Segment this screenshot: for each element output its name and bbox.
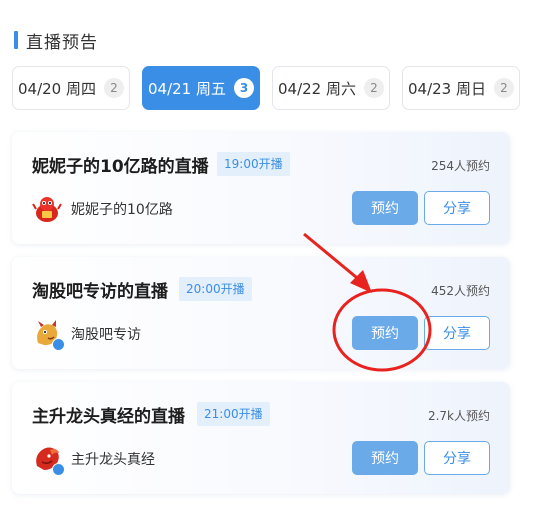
date-tab-active[interactable]: 04/21 周五 3	[142, 66, 260, 110]
share-button[interactable]: 分享	[424, 191, 490, 225]
date-tab-label: 04/21 周五	[148, 79, 226, 98]
section-header: 直播预告	[14, 28, 98, 53]
date-tab[interactable]: 04/20 周四 2	[12, 66, 130, 110]
live-card-title: 妮妮子的10亿路的直播	[32, 157, 209, 177]
date-tab-count-badge: 3	[234, 78, 254, 98]
verified-badge-icon	[52, 463, 65, 476]
date-tab-label: 04/22 周六	[278, 79, 356, 98]
dragon-avatar-icon	[32, 319, 65, 351]
reservation-count: 452人预约	[431, 284, 490, 298]
date-tab[interactable]: 04/23 周日 2	[402, 66, 520, 110]
date-tab-label: 04/20 周四	[18, 79, 96, 98]
verified-badge-icon	[52, 338, 65, 351]
section-accent-bar	[14, 31, 18, 49]
live-card-title: 主升龙头真经的直播	[32, 407, 185, 427]
host-name: 淘股吧专访	[71, 327, 141, 343]
section-title: 直播预告	[26, 32, 98, 53]
reserve-button[interactable]: 预约	[352, 191, 418, 225]
reservation-count: 2.7k人预约	[427, 409, 490, 423]
date-tab[interactable]: 04/22 周六 2	[272, 66, 390, 110]
red-dragon-avatar-icon	[32, 444, 65, 476]
host-info[interactable]: 主升龙头真经	[32, 444, 155, 476]
live-card[interactable]: 妮妮子的10亿路的直播 19:00开播 254人预约 妮妮子的10亿路 预约 分…	[12, 132, 510, 244]
start-time-tag: 19:00开播	[217, 152, 290, 176]
host-name: 主升龙头真经	[71, 452, 155, 468]
share-button[interactable]: 分享	[424, 316, 490, 350]
mascot-avatar-icon	[32, 194, 62, 224]
date-tab-count-badge: 2	[494, 78, 514, 98]
start-time-tag: 21:00开播	[197, 402, 270, 426]
reservation-count: 254人预约	[431, 159, 490, 173]
reserve-button[interactable]: 预约	[352, 316, 418, 350]
live-card-title: 淘股吧专访的直播	[32, 282, 168, 302]
reserve-button[interactable]: 预约	[352, 441, 418, 475]
date-tab-label: 04/23 周日	[408, 79, 486, 98]
host-info[interactable]: 妮妮子的10亿路	[32, 194, 173, 224]
host-name: 妮妮子的10亿路	[71, 202, 173, 218]
date-tab-count-badge: 2	[364, 78, 384, 98]
date-tab-count-badge: 2	[104, 78, 124, 98]
start-time-tag: 20:00开播	[179, 277, 252, 301]
host-info[interactable]: 淘股吧专访	[32, 319, 141, 351]
live-card[interactable]: 淘股吧专访的直播 20:00开播 452人预约 淘股吧专访 预约 分享	[12, 257, 510, 369]
live-card[interactable]: 主升龙头真经的直播 21:00开播 2.7k人预约 主升龙头真经 预约 分享	[12, 382, 510, 494]
date-tabs: 04/20 周四 2 04/21 周五 3 04/22 周六 2 04/23 周…	[12, 66, 546, 110]
share-button[interactable]: 分享	[424, 441, 490, 475]
